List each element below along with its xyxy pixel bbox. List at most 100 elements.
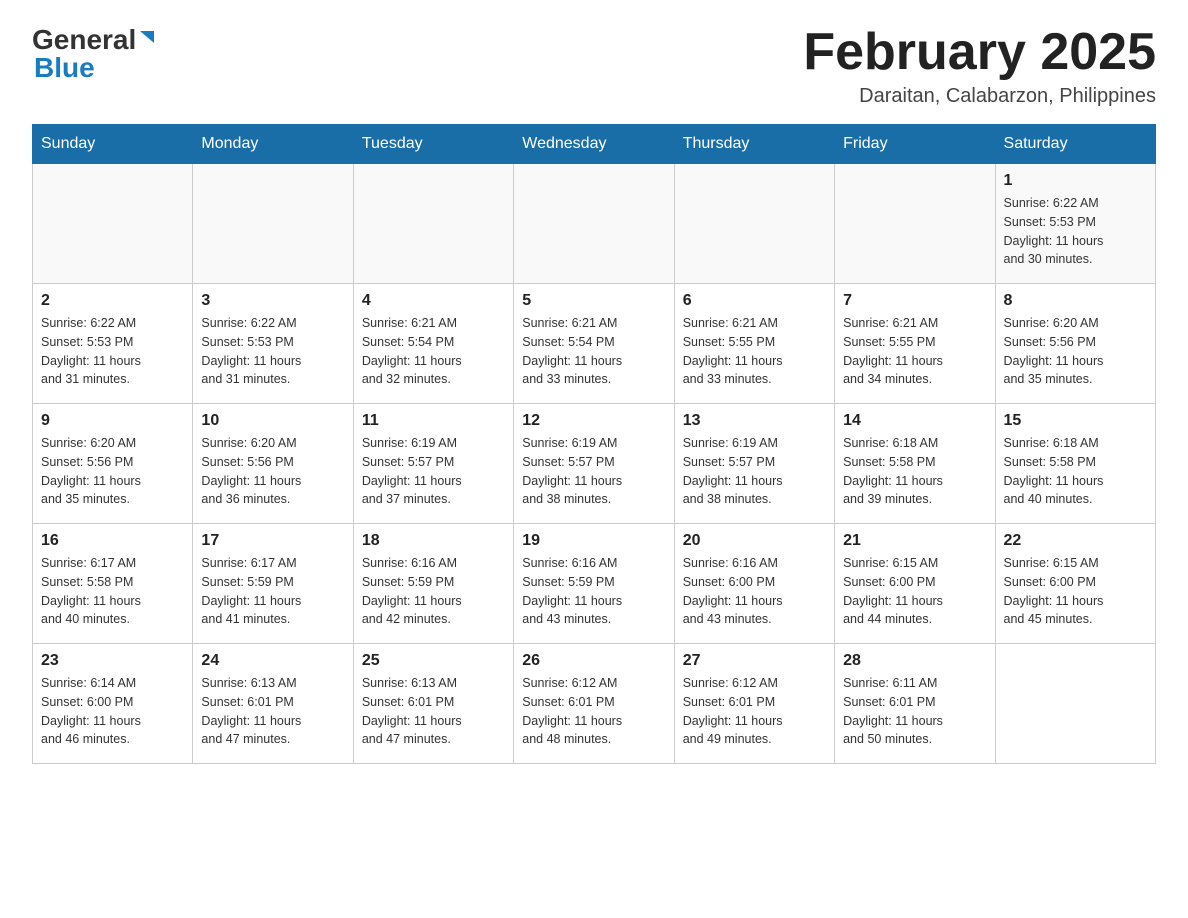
month-title: February 2025 — [803, 24, 1156, 81]
calendar-day-cell: 21Sunrise: 6:15 AMSunset: 6:00 PMDayligh… — [835, 524, 995, 644]
day-number: 24 — [201, 652, 344, 670]
calendar-day-cell — [193, 164, 353, 284]
day-number: 1 — [1004, 172, 1147, 190]
calendar-day-cell: 17 Sunrise: 6:17 AMSunset: 5:59 PMDayligh… — [193, 524, 353, 644]
day-info: Sunrise: 6:19 AMSunset: 5:57 PMDaylight:… — [522, 434, 665, 509]
page-header: General Blue February 2025 Daraitan, Cal… — [32, 24, 1156, 108]
day-number: 27 — [683, 652, 826, 670]
calendar-day-cell — [33, 164, 193, 284]
day-info: Sunrise: 6:21 AMSunset: 5:55 PMDaylight:… — [843, 314, 986, 389]
calendar-day-cell: 1 Sunrise: 6:22 AMSunset: 5:53 PMDaylight… — [995, 164, 1155, 284]
calendar-day-cell: 22Sunrise: 6:15 AMSunset: 6:00 PMDayligh… — [995, 524, 1155, 644]
calendar-day-cell: 2 Sunrise: 6:22 AMSunset: 5:53 PMDaylight… — [33, 284, 193, 404]
col-tuesday: Tuesday — [353, 125, 513, 164]
calendar-day-cell: 20 Sunrise: 6:16 AMSunset: 6:00 PMDayligh… — [674, 524, 834, 644]
day-info: Sunrise: 6:17 AMSunset: 5:58 PMDaylight:… — [41, 554, 184, 629]
day-info: Sunrise: 6:16 AMSunset: 5:59 PMDaylight:… — [362, 554, 505, 629]
day-number: 7 — [843, 292, 986, 310]
calendar-week-row: 2 Sunrise: 6:22 AMSunset: 5:53 PMDaylight… — [33, 284, 1156, 404]
calendar-day-cell: 13 Sunrise: 6:19 AMSunset: 5:57 PMDayligh… — [674, 404, 834, 524]
location-text: Daraitan, Calabarzon, Philippines — [803, 85, 1156, 108]
day-number: 16 — [41, 532, 184, 550]
day-info: Sunrise: 6:22 AMSunset: 5:53 PMDaylight:… — [41, 314, 184, 389]
calendar-week-row: 16 Sunrise: 6:17 AMSunset: 5:58 PMDayligh… — [33, 524, 1156, 644]
col-sunday: Sunday — [33, 125, 193, 164]
calendar-day-cell: 14 Sunrise: 6:18 AMSunset: 5:58 PMDayligh… — [835, 404, 995, 524]
calendar-day-cell: 4 Sunrise: 6:21 AMSunset: 5:54 PMDaylight… — [353, 284, 513, 404]
calendar-day-cell: 6 Sunrise: 6:21 AMSunset: 5:55 PMDaylight… — [674, 284, 834, 404]
day-info: Sunrise: 6:18 AMSunset: 5:58 PMDaylight:… — [1004, 434, 1147, 509]
day-info: Sunrise: 6:21 AMSunset: 5:55 PMDaylight:… — [683, 314, 826, 389]
calendar-week-row: 9 Sunrise: 6:20 AMSunset: 5:56 PMDaylight… — [33, 404, 1156, 524]
calendar-day-cell: 8 Sunrise: 6:20 AMSunset: 5:56 PMDaylight… — [995, 284, 1155, 404]
day-info: Sunrise: 6:20 AMSunset: 5:56 PMDaylight:… — [41, 434, 184, 509]
calendar-week-row: 1 Sunrise: 6:22 AMSunset: 5:53 PMDaylight… — [33, 164, 1156, 284]
calendar-day-cell: 18 Sunrise: 6:16 AMSunset: 5:59 PMDayligh… — [353, 524, 513, 644]
day-info: Sunrise: 6:15 AMSunset: 6:00 PMDaylight:… — [843, 554, 986, 629]
calendar-day-cell — [674, 164, 834, 284]
day-info: Sunrise: 6:12 AMSunset: 6:01 PMDaylight:… — [522, 674, 665, 749]
day-info: Sunrise: 6:21 AMSunset: 5:54 PMDaylight:… — [362, 314, 505, 389]
day-number: 23 — [41, 652, 184, 670]
day-info: Sunrise: 6:13 AMSunset: 6:01 PMDaylight:… — [201, 674, 344, 749]
calendar-day-cell: 25Sunrise: 6:13 AMSunset: 6:01 PMDayligh… — [353, 644, 513, 764]
calendar-day-cell: 28 Sunrise: 6:11 AMSunset: 6:01 PMDayligh… — [835, 644, 995, 764]
calendar-day-cell: 19 Sunrise: 6:16 AMSunset: 5:59 PMDayligh… — [514, 524, 674, 644]
day-info: Sunrise: 6:19 AMSunset: 5:57 PMDaylight:… — [362, 434, 505, 509]
day-number: 5 — [522, 292, 665, 310]
calendar-day-cell — [353, 164, 513, 284]
calendar-table: Sunday Monday Tuesday Wednesday Thursday… — [32, 124, 1156, 764]
day-number: 19 — [522, 532, 665, 550]
day-number: 15 — [1004, 412, 1147, 430]
calendar-day-cell — [514, 164, 674, 284]
calendar-day-cell: 7 Sunrise: 6:21 AMSunset: 5:55 PMDaylight… — [835, 284, 995, 404]
title-area: February 2025 Daraitan, Calabarzon, Phil… — [803, 24, 1156, 108]
calendar-day-cell — [835, 164, 995, 284]
day-number: 18 — [362, 532, 505, 550]
calendar-day-cell — [995, 644, 1155, 764]
calendar-day-cell: 26 Sunrise: 6:12 AMSunset: 6:01 PMDayligh… — [514, 644, 674, 764]
calendar-day-cell: 10Sunrise: 6:20 AMSunset: 5:56 PMDayligh… — [193, 404, 353, 524]
col-saturday: Saturday — [995, 125, 1155, 164]
col-thursday: Thursday — [674, 125, 834, 164]
calendar-day-cell: 12 Sunrise: 6:19 AMSunset: 5:57 PMDayligh… — [514, 404, 674, 524]
calendar-day-cell: 27 Sunrise: 6:12 AMSunset: 6:01 PMDayligh… — [674, 644, 834, 764]
calendar-day-cell: 9 Sunrise: 6:20 AMSunset: 5:56 PMDaylight… — [33, 404, 193, 524]
day-info: Sunrise: 6:11 AMSunset: 6:01 PMDaylight:… — [843, 674, 986, 749]
day-number: 20 — [683, 532, 826, 550]
day-number: 28 — [843, 652, 986, 670]
calendar-day-cell: 15 Sunrise: 6:18 AMSunset: 5:58 PMDayligh… — [995, 404, 1155, 524]
calendar-day-cell: 23Sunrise: 6:14 AMSunset: 6:00 PMDayligh… — [33, 644, 193, 764]
day-info: Sunrise: 6:20 AMSunset: 5:56 PMDaylight:… — [1004, 314, 1147, 389]
calendar-day-cell: 16 Sunrise: 6:17 AMSunset: 5:58 PMDayligh… — [33, 524, 193, 644]
logo: General Blue — [32, 24, 156, 84]
day-number: 8 — [1004, 292, 1147, 310]
day-number: 12 — [522, 412, 665, 430]
day-info: Sunrise: 6:12 AMSunset: 6:01 PMDaylight:… — [683, 674, 826, 749]
calendar-header-row: Sunday Monday Tuesday Wednesday Thursday… — [33, 125, 1156, 164]
logo-arrow-icon — [138, 29, 156, 52]
day-info: Sunrise: 6:17 AMSunset: 5:59 PMDaylight:… — [201, 554, 344, 629]
day-number: 14 — [843, 412, 986, 430]
day-info: Sunrise: 6:13 AMSunset: 6:01 PMDaylight:… — [362, 674, 505, 749]
day-info: Sunrise: 6:18 AMSunset: 5:58 PMDaylight:… — [843, 434, 986, 509]
day-number: 2 — [41, 292, 184, 310]
day-number: 4 — [362, 292, 505, 310]
day-number: 17 — [201, 532, 344, 550]
calendar-day-cell: 11Sunrise: 6:19 AMSunset: 5:57 PMDayligh… — [353, 404, 513, 524]
day-info: Sunrise: 6:19 AMSunset: 5:57 PMDaylight:… — [683, 434, 826, 509]
day-number: 22 — [1004, 532, 1147, 550]
day-number: 26 — [522, 652, 665, 670]
calendar-day-cell: 24 Sunrise: 6:13 AMSunset: 6:01 PMDayligh… — [193, 644, 353, 764]
col-monday: Monday — [193, 125, 353, 164]
day-info: Sunrise: 6:16 AMSunset: 5:59 PMDaylight:… — [522, 554, 665, 629]
day-number: 6 — [683, 292, 826, 310]
calendar-day-cell: 3Sunrise: 6:22 AMSunset: 5:53 PMDaylight… — [193, 284, 353, 404]
day-info: Sunrise: 6:21 AMSunset: 5:54 PMDaylight:… — [522, 314, 665, 389]
day-info: Sunrise: 6:22 AMSunset: 5:53 PMDaylight:… — [1004, 194, 1147, 269]
day-number: 13 — [683, 412, 826, 430]
day-number: 9 — [41, 412, 184, 430]
day-info: Sunrise: 6:16 AMSunset: 6:00 PMDaylight:… — [683, 554, 826, 629]
day-info: Sunrise: 6:20 AMSunset: 5:56 PMDaylight:… — [201, 434, 344, 509]
calendar-day-cell: 5 Sunrise: 6:21 AMSunset: 5:54 PMDaylight… — [514, 284, 674, 404]
